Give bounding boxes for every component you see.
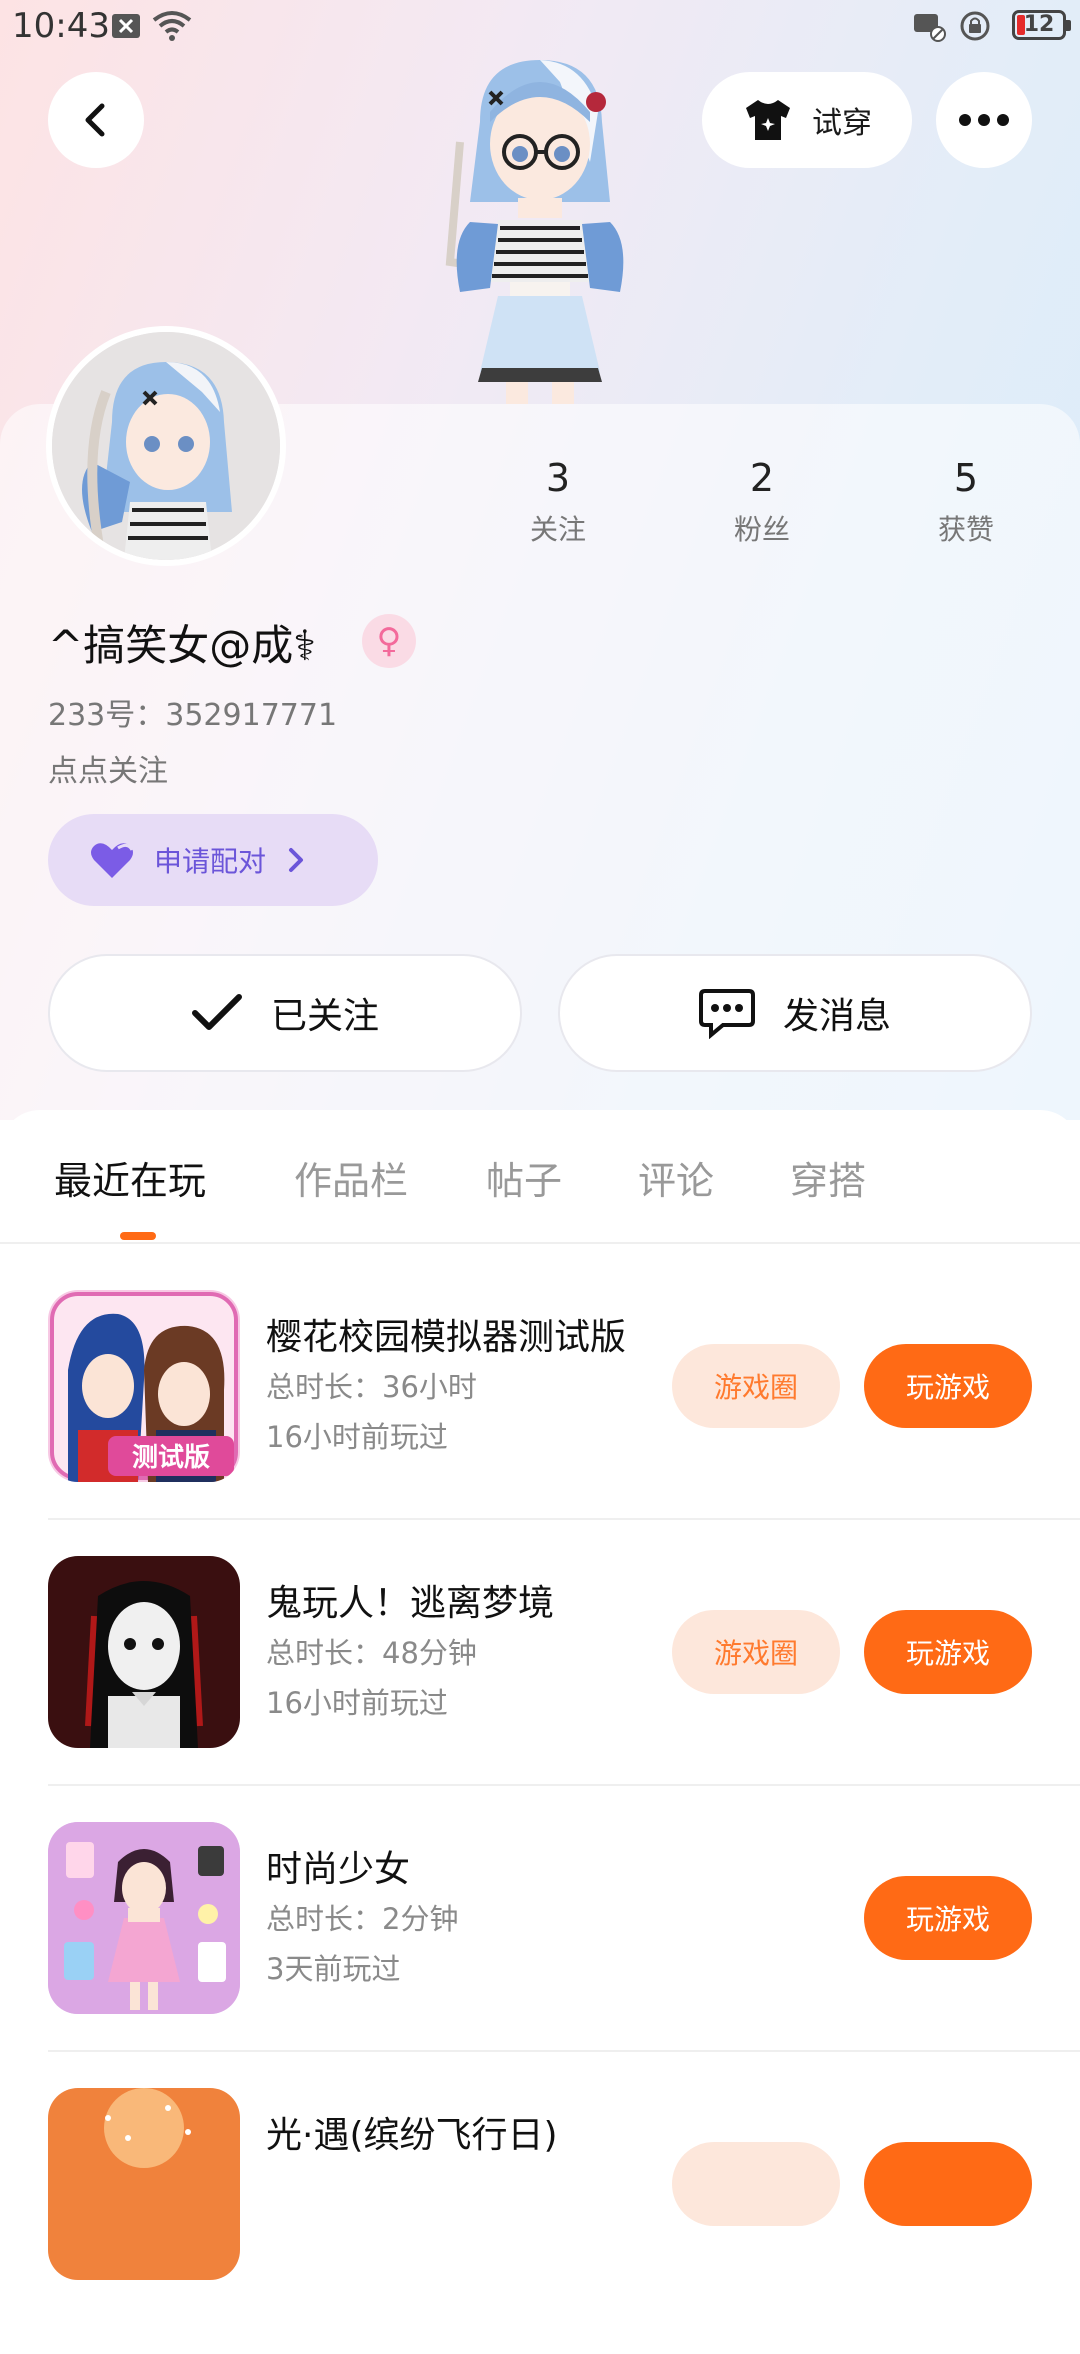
game-title: 樱花校园模拟器测试版 (266, 1317, 627, 1358)
stat-following[interactable]: 3 关注 (488, 456, 628, 548)
stat-followers-value: 2 (749, 456, 775, 500)
tab-posts[interactable]: 帖子 (486, 1150, 562, 1205)
game-duration: 总时长：48分钟 (266, 1636, 477, 1670)
game-icon-sky[interactable] (48, 2088, 240, 2280)
list-item[interactable]: 鬼玩人！逃离梦境 总时长：48分钟 16小时前玩过 游戏圈 玩游戏 (0, 1556, 1080, 1822)
avatar-portrait-image (52, 332, 280, 560)
play-game-button[interactable]: 玩游戏 (864, 1876, 1032, 1960)
check-icon (191, 994, 242, 1030)
game-title: 光·遇(缤纷飞行日) (266, 2115, 558, 2156)
tab-active-indicator (120, 1232, 156, 1240)
game-icon-ghost[interactable] (48, 1556, 240, 1748)
game-icon-sakura[interactable]: 测试版 (48, 1290, 240, 1482)
followed-button[interactable]: 已关注 (48, 954, 522, 1072)
apply-pairing-button[interactable]: 申请配对 (48, 814, 378, 906)
stat-followers[interactable]: 2 粉丝 (692, 456, 832, 548)
profile-uid: 233号：352917771 (48, 698, 338, 733)
row-divider (48, 1518, 1080, 1520)
list-item[interactable]: 测试版 樱花校园模拟器测试版 总时长：36小时 16小时前玩过 游戏圈 玩游戏 (0, 1290, 1080, 1556)
more-options-button[interactable] (936, 72, 1032, 168)
game-circle-button-partial[interactable] (672, 2142, 840, 2226)
game-title: 时尚少女 (266, 1849, 411, 1890)
send-message-label: 发消息 (782, 996, 891, 1037)
game-duration: 总时长：2分钟 (266, 1902, 459, 1936)
game-title: 鬼玩人！逃离梦境 (266, 1583, 555, 1624)
try-on-button[interactable]: 试穿 (702, 72, 912, 168)
profile-bio: 点点关注 (48, 754, 168, 789)
status-bar: 10:43 12 (0, 0, 1080, 56)
send-message-button[interactable]: 发消息 (558, 954, 1032, 1072)
chevron-right-icon (289, 848, 304, 872)
heart-icon (91, 843, 134, 878)
tab-outfits[interactable]: 穿搭 (790, 1150, 866, 1205)
followed-label: 已关注 (270, 996, 379, 1037)
game-circle-button[interactable]: 游戏圈 (672, 1610, 840, 1694)
apply-pairing-label: 申请配对 (154, 845, 267, 878)
chevron-left-icon (85, 103, 105, 137)
status-time: 10:43 (12, 6, 110, 46)
list-item[interactable]: 时尚少女 总时长：2分钟 3天前玩过 玩游戏 (0, 1822, 1080, 2088)
avatar[interactable] (46, 326, 286, 566)
play-game-button[interactable]: 玩游戏 (864, 1610, 1032, 1694)
tab-divider (0, 1242, 1080, 1244)
back-button[interactable] (48, 72, 144, 168)
stat-following-label: 关注 (529, 513, 586, 546)
play-game-button[interactable]: 玩游戏 (864, 1344, 1032, 1428)
game-last-played: 16小时前玩过 (266, 1686, 448, 1720)
tab-comments[interactable]: 评论 (638, 1150, 714, 1205)
message-off-icon (914, 14, 946, 42)
game-last-played: 3天前玩过 (266, 1952, 401, 1986)
profile-nickname: ^搞笑女@成⚕ (48, 621, 316, 670)
game-last-played: 16小时前玩过 (266, 1420, 448, 1454)
game-icon-badge: 测试版 (132, 1443, 210, 1473)
stat-following-value: 3 (545, 456, 571, 500)
try-on-label: 试穿 (812, 106, 872, 141)
chat-bubble-icon (698, 989, 755, 1039)
tab-works[interactable]: 作品栏 (294, 1150, 408, 1205)
play-game-button-partial[interactable] (864, 2142, 1032, 2226)
stat-followers-label: 粉丝 (733, 513, 790, 546)
stat-likes-label: 获赞 (937, 513, 994, 546)
list-item[interactable]: 光·遇(缤纷飞行日) (0, 2088, 1080, 2354)
battery-level: 12 (1023, 12, 1055, 37)
wifi-icon (152, 11, 192, 41)
game-duration: 总时长：36小时 (266, 1370, 477, 1404)
more-dots-icon (959, 114, 1009, 126)
battery-indicator: 12 (1012, 10, 1071, 40)
row-divider (48, 1784, 1080, 1786)
shirt-icon (746, 100, 790, 140)
gender-female-icon: ♀ (362, 614, 416, 668)
notification-x-icon (112, 14, 140, 38)
game-icon-fashion[interactable] (48, 1822, 240, 2014)
tab-recently-playing[interactable]: 最近在玩 (54, 1150, 206, 1205)
stat-likes[interactable]: 5 获赞 (896, 456, 1036, 548)
row-divider (48, 2050, 1080, 2052)
lock-rotation-icon (960, 11, 990, 41)
stat-likes-value: 5 (953, 456, 979, 500)
game-circle-button[interactable]: 游戏圈 (672, 1344, 840, 1428)
avatar-character-illustration (445, 60, 624, 404)
